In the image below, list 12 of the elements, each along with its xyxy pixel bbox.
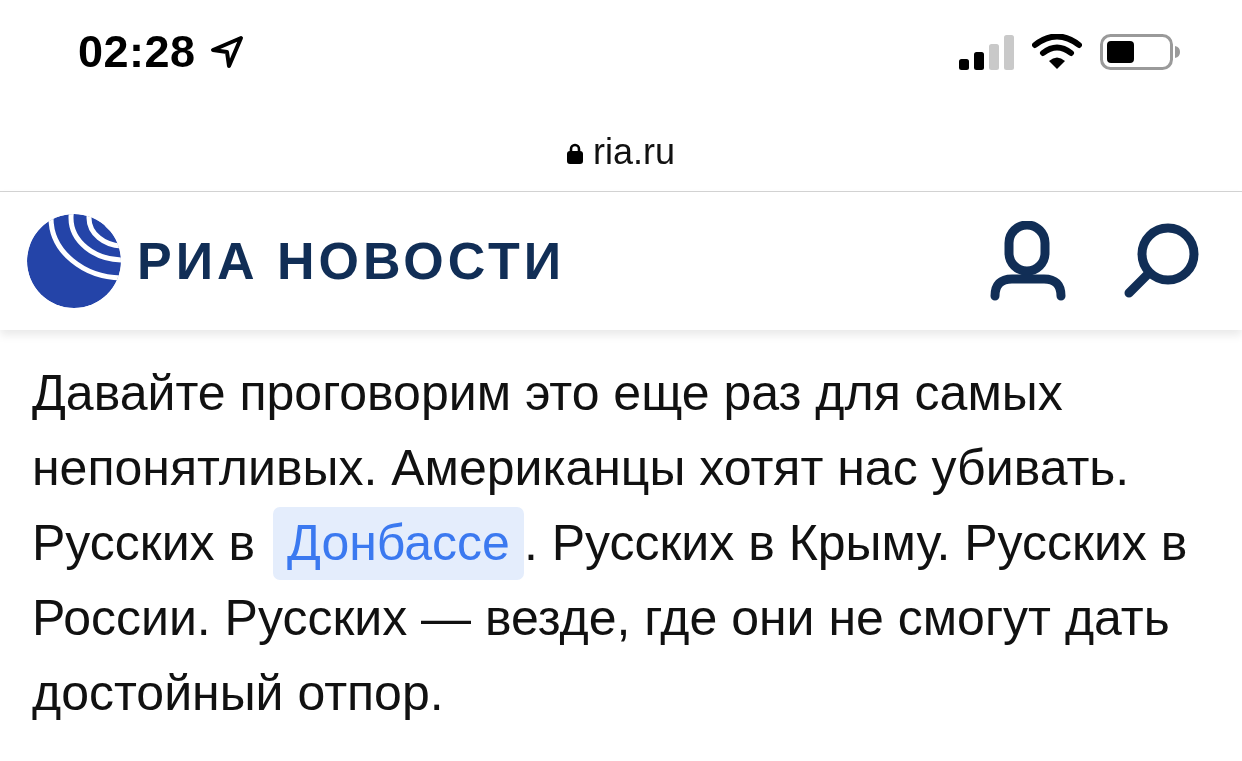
globe-logo-icon [27,214,121,308]
status-time: 02:28 [78,26,196,78]
site-logo-text[interactable]: РИА НОВОСТИ [137,231,566,291]
article-paragraph: Давайте проговорим это еще раз для самых непонятливых. Американцы хотят нас убивать. Русских в Донбассе . Русских в Крыму. Русских в России. Русских — везде, где они не смогут дать достойный отпор. [32,364,1189,723]
lock-icon [567,141,583,164]
signal-bars-icon [959,34,1014,70]
search-icon[interactable] [1122,222,1200,300]
user-icon[interactable] [990,221,1066,301]
address-url[interactable]: ria.ru [593,130,675,173]
wifi-icon [1032,34,1082,70]
location-arrow-icon [209,35,244,69]
battery-icon [1100,34,1180,70]
